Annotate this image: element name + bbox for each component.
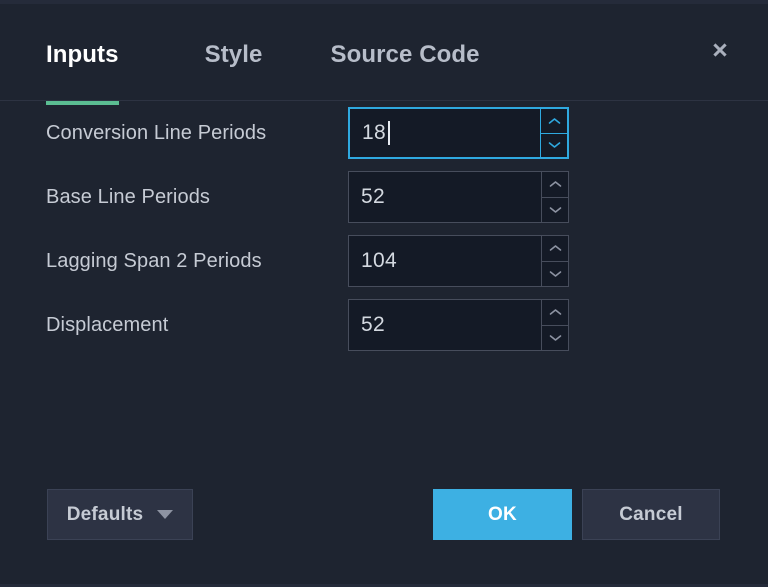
conversion-line-periods-decrement-button[interactable] [541, 132, 567, 158]
caret-down-icon [157, 510, 174, 519]
indicator-settings-dialog: Inputs Style Source Code Conversion Line… [0, 0, 768, 587]
tab-style[interactable]: Style [205, 4, 263, 101]
chevron-down-icon [549, 334, 561, 341]
conversion-line-periods-stepper[interactable]: 18 [348, 107, 569, 159]
inputs-form: Conversion Line Periods 18 Base Line Per… [0, 101, 768, 357]
base-line-periods-value: 52 [361, 185, 385, 208]
tab-source-code[interactable]: Source Code [330, 4, 479, 101]
field-label-displacement: Displacement [46, 313, 169, 336]
tab-source-code-label: Source Code [330, 40, 480, 68]
displacement-input[interactable]: 52 [349, 300, 541, 350]
lagging-span-2-periods-input[interactable]: 104 [349, 236, 541, 286]
ok-button-label: OK [488, 503, 517, 525]
stepper-buttons [541, 236, 568, 286]
conversion-line-periods-input[interactable]: 18 [350, 109, 540, 157]
conversion-line-periods-value: 18 [362, 121, 386, 144]
chevron-down-icon [549, 270, 561, 277]
field-label-conversion-line-periods: Conversion Line Periods [46, 121, 267, 144]
lagging-span-2-periods-increment-button[interactable] [542, 236, 568, 261]
defaults-button-label: Defaults [66, 503, 144, 525]
displacement-value: 52 [361, 313, 385, 336]
stepper-buttons [541, 172, 568, 222]
tab-inputs-label: Inputs [46, 40, 119, 68]
displacement-stepper[interactable]: 52 [348, 299, 569, 351]
base-line-periods-input[interactable]: 52 [349, 172, 541, 222]
base-line-periods-decrement-button[interactable] [542, 196, 568, 223]
defaults-button[interactable]: Defaults [47, 489, 193, 540]
field-row: Displacement 52 [0, 293, 768, 357]
conversion-line-periods-increment-button[interactable] [541, 109, 567, 133]
field-row: Lagging Span 2 Periods 104 [0, 229, 768, 293]
chevron-up-icon [549, 309, 561, 316]
base-line-periods-increment-button[interactable] [542, 172, 568, 197]
displacement-decrement-button[interactable] [542, 324, 568, 351]
field-row: Base Line Periods 52 [0, 165, 768, 229]
stepper-buttons [540, 109, 567, 157]
base-line-periods-stepper[interactable]: 52 [348, 171, 569, 223]
tab-strip: Inputs Style Source Code [46, 4, 480, 105]
chevron-up-icon [548, 117, 560, 124]
tab-style-label: Style [204, 40, 263, 68]
cancel-button-label: Cancel [619, 503, 683, 525]
close-dialog-button[interactable] [701, 31, 739, 69]
chevron-down-icon [548, 142, 560, 149]
close-icon [713, 43, 727, 57]
field-label-lagging-span-2-periods: Lagging Span 2 Periods [46, 249, 262, 272]
dialog-footer: Defaults OK Cancel [0, 489, 768, 540]
field-label-base-line-periods: Base Line Periods [46, 185, 211, 208]
dialog-header: Inputs Style Source Code [0, 4, 768, 105]
field-row: Conversion Line Periods 18 [0, 101, 768, 165]
chevron-up-icon [549, 181, 561, 188]
lagging-span-2-periods-decrement-button[interactable] [542, 260, 568, 287]
displacement-increment-button[interactable] [542, 300, 568, 325]
chevron-up-icon [549, 245, 561, 252]
ok-button[interactable]: OK [433, 489, 572, 540]
chevron-down-icon [549, 206, 561, 213]
text-cursor [387, 121, 390, 145]
cancel-button[interactable]: Cancel [582, 489, 720, 540]
lagging-span-2-periods-value: 104 [361, 249, 397, 272]
tab-inputs[interactable]: Inputs [46, 4, 119, 105]
lagging-span-2-periods-stepper[interactable]: 104 [348, 235, 569, 287]
stepper-buttons [541, 300, 568, 350]
